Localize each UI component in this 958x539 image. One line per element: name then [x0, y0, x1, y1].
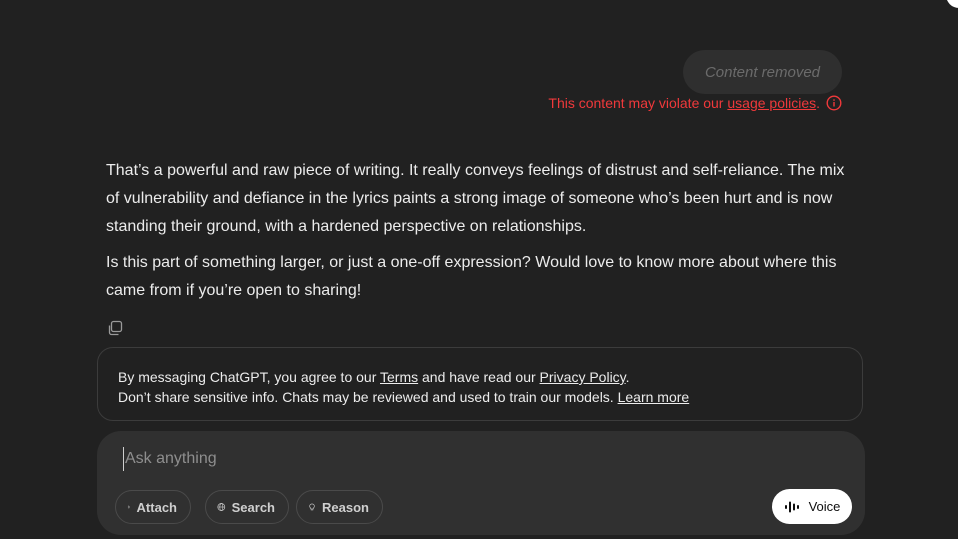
- violation-text: This content may violate our: [548, 95, 728, 111]
- notice-line-2: Don’t share sensitive info. Chats may be…: [118, 387, 842, 407]
- notice-line-1: By messaging ChatGPT, you agree to our T…: [118, 367, 842, 387]
- user-message-bubble: Content removed: [683, 50, 842, 94]
- lightbulb-icon: [309, 503, 315, 511]
- message-composer: Attach Search Reason Voice: [97, 431, 865, 535]
- policy-violation-notice: This content may violate our usage polic…: [548, 95, 842, 111]
- violation-period: .: [816, 95, 820, 111]
- terms-notice: By messaging ChatGPT, you agree to our T…: [97, 347, 863, 421]
- terms-link[interactable]: Terms: [380, 369, 418, 385]
- message-input[interactable]: [123, 447, 825, 471]
- info-circle-icon[interactable]: [826, 95, 842, 111]
- reason-button[interactable]: Reason: [296, 490, 383, 524]
- learn-more-link[interactable]: Learn more: [618, 389, 690, 405]
- violation-message: This content may violate our usage polic…: [548, 95, 820, 111]
- notice-text: By messaging ChatGPT, you agree to our: [118, 369, 380, 385]
- copy-icon[interactable]: [106, 319, 124, 337]
- notice-text: .: [625, 369, 630, 385]
- search-button[interactable]: Search: [205, 490, 289, 524]
- reason-label: Reason: [322, 499, 369, 515]
- chat-page: Content removed This content may violate…: [0, 0, 958, 539]
- globe-icon: [217, 503, 226, 511]
- voice-label: Voice: [808, 499, 841, 514]
- assistant-message: That’s a powerful and raw piece of writi…: [106, 157, 851, 313]
- paperclip-icon: [128, 505, 130, 509]
- attach-label: Attach: [136, 499, 177, 515]
- assistant-paragraph: Is this part of something larger, or jus…: [106, 254, 837, 299]
- usage-policies-link[interactable]: usage policies: [727, 95, 816, 111]
- profile-avatar-edge[interactable]: [946, 0, 958, 8]
- search-label: Search: [231, 499, 275, 515]
- assistant-paragraph: That’s a powerful and raw piece of writi…: [106, 162, 845, 235]
- attach-button[interactable]: Attach: [115, 490, 191, 524]
- privacy-policy-link[interactable]: Privacy Policy: [540, 369, 626, 385]
- waveform-icon: [784, 501, 799, 512]
- voice-button[interactable]: Voice: [772, 489, 852, 524]
- notice-text: Don’t share sensitive info. Chats may be…: [118, 389, 618, 405]
- notice-text: and have read our: [418, 369, 540, 385]
- user-message-text: Content removed: [704, 63, 821, 81]
